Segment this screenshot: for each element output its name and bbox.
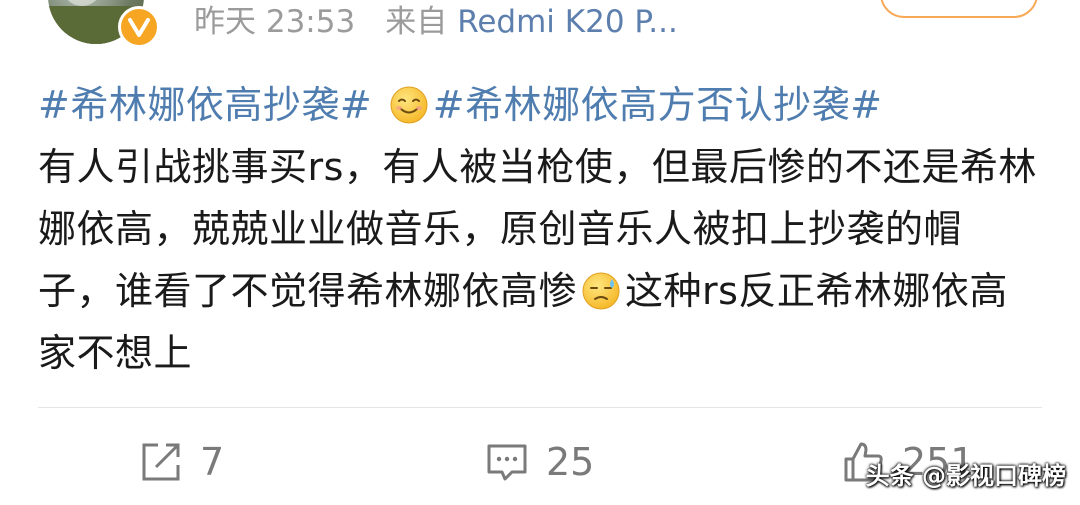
weibo-post: 昨天 23:53 来自 Redmi K20 P... #希林娜依高抄袭# #希林… — [0, 0, 1080, 505]
post-content: #希林娜依高抄袭# #希林娜依高方否认抄袭# 有人引战挑事买rs，有人被当枪使，… — [38, 74, 1038, 384]
follow-button[interactable] — [880, 0, 1038, 18]
comment-button[interactable]: 25 — [484, 432, 594, 492]
post-meta: 昨天 23:53 来自 Redmi K20 P... — [194, 0, 678, 44]
share-button[interactable]: 7 — [138, 432, 224, 492]
watermark: 头条 @影视口碑榜 — [866, 456, 1066, 491]
source-prefix: 来自 — [385, 4, 448, 40]
comment-count: 25 — [546, 440, 595, 484]
hashtag-link[interactable]: #希林娜依高抄袭# — [38, 83, 372, 127]
share-count: 7 — [200, 440, 225, 484]
verified-badge-icon — [118, 6, 160, 48]
divider — [38, 407, 1042, 408]
sweat-sad-emoji-icon — [582, 272, 620, 310]
post-time: 昨天 23:53 — [194, 4, 356, 40]
share-icon — [142, 443, 180, 481]
hashtag-link[interactable]: #希林娜依高方否认抄袭# — [433, 83, 883, 127]
post-source: 来自 Redmi K20 P... — [385, 0, 678, 44]
source-device[interactable]: Redmi K20 P... — [457, 0, 678, 44]
smile-emoji-icon — [390, 86, 428, 124]
watermark-text: 头条 @影视口碑榜 — [865, 462, 1066, 490]
comment-icon — [487, 444, 527, 481]
